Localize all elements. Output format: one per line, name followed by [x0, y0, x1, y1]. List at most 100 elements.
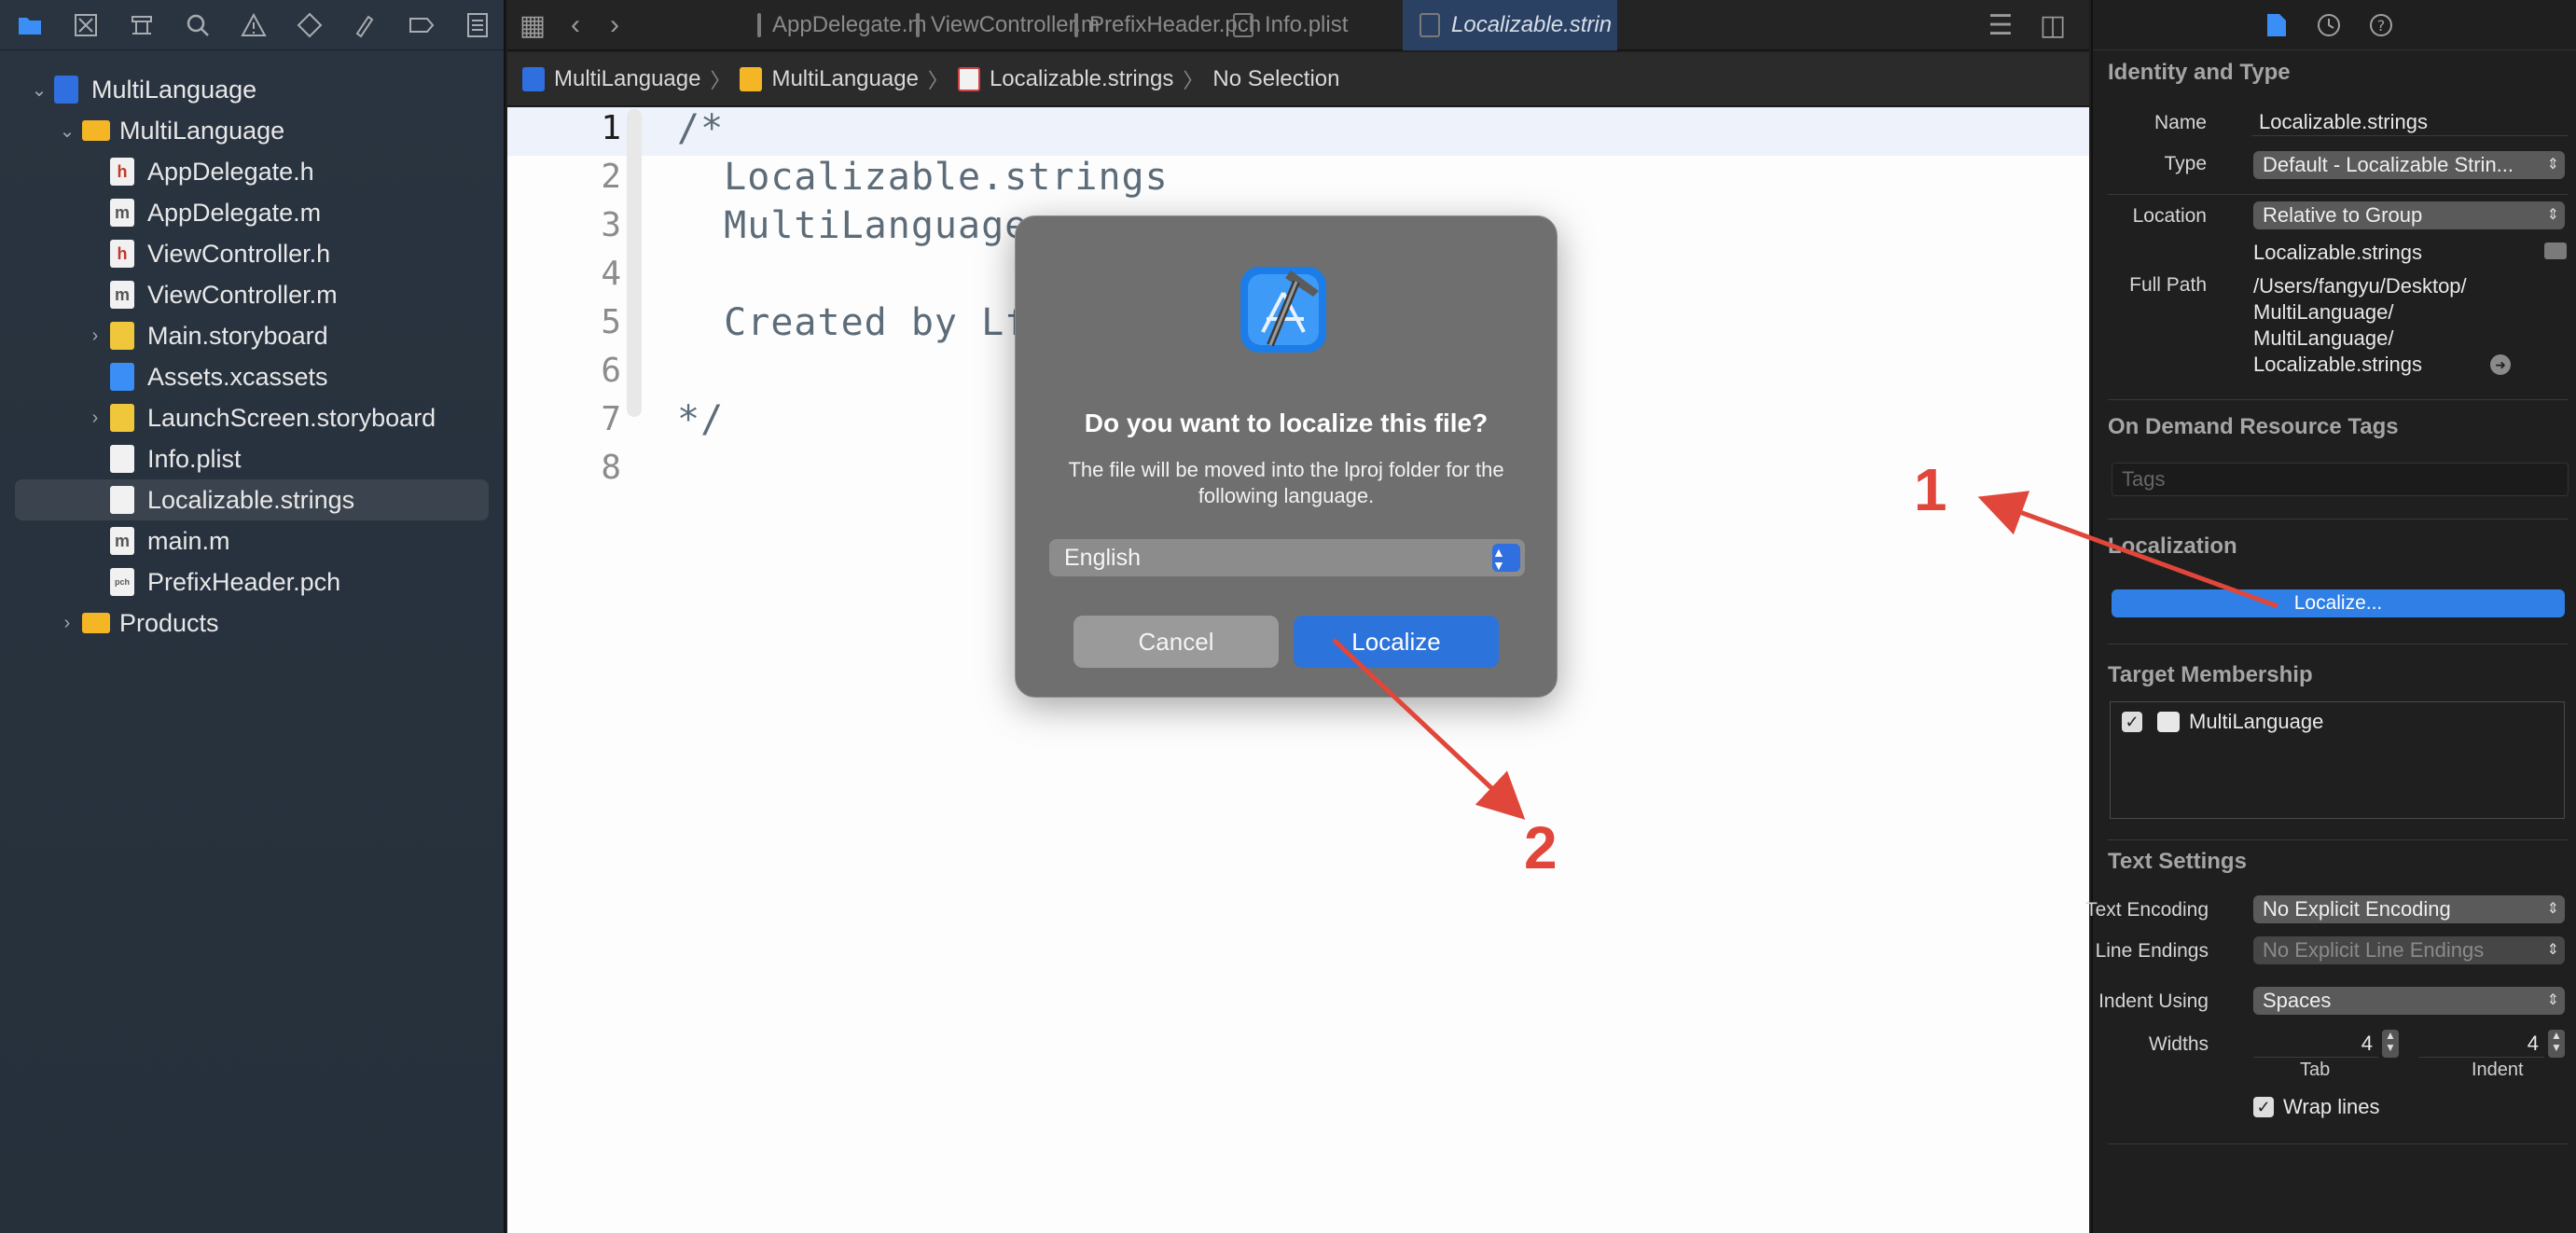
tab-width-stepper[interactable]: ▲ ▼ [2382, 1030, 2399, 1058]
language-select[interactable]: English ▲ ▼ [1049, 539, 1525, 576]
tree-item[interactable]: ⌄ MultiLanguage [0, 69, 504, 110]
tree-item[interactable]: ⌄ MultiLanguage [0, 110, 504, 151]
debug-icon[interactable] [347, 7, 384, 44]
report-icon[interactable] [459, 7, 496, 44]
divider [2108, 399, 2569, 400]
chevron-right-icon: 〉 [710, 68, 731, 92]
breadcrumb-file[interactable]: Localizable.strings [957, 66, 1173, 92]
code-line[interactable]: /* [677, 107, 724, 150]
cancel-button[interactable]: Cancel [1073, 616, 1279, 668]
file-inspector-icon[interactable] [2261, 9, 2292, 41]
disclosure-right-icon[interactable]: › [84, 325, 106, 347]
breadcrumb-group[interactable]: MultiLanguage [740, 66, 919, 92]
tree-item[interactable]: m AppDelegate.m [0, 192, 504, 233]
folder-file-icon [82, 613, 110, 633]
tree-item[interactable]: › Main.storyboard [0, 315, 504, 356]
tree-item[interactable]: m ViewController.m [0, 274, 504, 315]
symbol-icon[interactable] [123, 7, 160, 44]
target-name: MultiLanguage [2189, 710, 2324, 733]
indent-width-field[interactable]: 4 [2419, 1030, 2544, 1058]
forward-icon[interactable]: › [597, 7, 632, 43]
file-icon [916, 13, 920, 37]
tree-item[interactable]: Info.plist [0, 438, 504, 479]
name-field[interactable]: Localizable.strings [2251, 108, 2569, 136]
tree-item-label: Main.storyboard [147, 321, 328, 350]
code-line[interactable]: */ [677, 398, 724, 441]
breadcrumb-selection[interactable]: No Selection [1212, 66, 1339, 92]
indent-width-stepper[interactable]: ▲ ▼ [2548, 1030, 2565, 1058]
help-icon[interactable]: ? [2365, 9, 2397, 41]
find-icon[interactable] [179, 7, 216, 44]
annotation-number-1: 1 [1914, 456, 1947, 523]
chevron-updown-icon: ▲ ▼ [1492, 544, 1520, 572]
tree-item[interactable]: m main.m [0, 520, 504, 561]
file-icon [757, 13, 761, 37]
change-bar [627, 109, 642, 417]
type-popup[interactable]: Default - Localizable Strin... ⇕ [2253, 151, 2565, 179]
back-icon[interactable]: ‹ [558, 7, 593, 43]
tree-item[interactable]: Localizable.strings [15, 479, 489, 520]
location-popup[interactable]: Relative to Group ⇕ [2253, 201, 2565, 229]
editor-tab[interactable]: ViewController.m [899, 0, 1100, 50]
encoding-popup-value: No Explicit Encoding [2263, 897, 2451, 921]
line-number: 8 [601, 449, 621, 487]
localize-inspector-button[interactable]: Localize... [2112, 589, 2565, 617]
breakpoint-icon[interactable] [403, 7, 440, 44]
line-number: 5 [601, 303, 621, 341]
code-line[interactable]: Localizable.strings [677, 156, 1169, 199]
folder-icon[interactable] [2544, 242, 2567, 259]
line-endings-label: Line Endings [2095, 940, 2209, 962]
editor-tab[interactable]: AppDelegate.m [741, 0, 926, 50]
tree-item[interactable]: Assets.xcassets [0, 356, 504, 397]
code-line[interactable]: MultiLanguage [677, 204, 1028, 247]
breadcrumb-project[interactable]: MultiLanguage [522, 66, 700, 92]
tree-item[interactable]: h AppDelegate.h [0, 151, 504, 192]
editor-tab[interactable]: PrefixHeader.pch [1058, 0, 1261, 50]
editor-options-icon[interactable]: ☰ [1983, 7, 2018, 43]
widths-label: Widths [2148, 1033, 2209, 1055]
editor-tab[interactable]: Info.plist [1216, 0, 1403, 50]
disclosure-right-icon[interactable]: › [56, 612, 78, 634]
disclosure-down-icon[interactable]: ⌄ [28, 78, 50, 101]
test-icon[interactable] [291, 7, 328, 44]
tree-item-label: AppDelegate.m [147, 198, 322, 227]
reveal-arrow-icon[interactable]: ➜ [2490, 354, 2511, 375]
jump-bar: MultiLanguage 〉 MultiLanguage 〉 Localiza… [507, 52, 2089, 106]
strings-file-icon [110, 486, 134, 514]
editor-tab[interactable]: Localizable.strin [1403, 0, 1617, 50]
tree-item[interactable]: › LaunchScreen.storyboard [0, 397, 504, 438]
divider [2108, 194, 2569, 195]
indent-using-label: Indent Using [2098, 991, 2209, 1012]
tree-item[interactable]: › Products [0, 603, 504, 644]
disclosure-down-icon[interactable]: ⌄ [56, 119, 78, 142]
disclosure-right-icon[interactable]: › [84, 407, 106, 429]
line-endings-popup[interactable]: No Explicit Line Endings ⇕ [2253, 936, 2565, 964]
folder-icon [740, 66, 763, 91]
issue-icon[interactable] [235, 7, 272, 44]
localize-button[interactable]: Localize [1294, 616, 1499, 668]
inspector-toolbar: ? [2093, 0, 2576, 50]
current-line-highlight [507, 107, 2089, 156]
target-checkbox[interactable]: ✓ [2122, 712, 2142, 732]
code-line[interactable]: Created by Lf [677, 301, 1028, 344]
divider [2108, 1143, 2569, 1144]
history-icon[interactable] [2313, 9, 2345, 41]
tab-width-field[interactable]: 4 [2253, 1030, 2378, 1058]
tree-item[interactable]: pch PrefixHeader.pch [0, 561, 504, 603]
encoding-popup[interactable]: No Explicit Encoding ⇕ [2253, 895, 2565, 923]
folder-icon[interactable] [11, 7, 48, 44]
pch-file-icon: pch [110, 568, 134, 596]
source-control-icon[interactable] [67, 7, 104, 44]
chevron-updown-icon: ⇕ [2546, 207, 2559, 223]
grid-icon[interactable]: ▦ [515, 7, 550, 43]
identity-section-title: Identity and Type [2108, 60, 2291, 85]
tree-item[interactable]: h ViewController.h [0, 233, 504, 274]
tree-item-label: Info.plist [147, 444, 242, 473]
strings-file-icon [957, 66, 980, 91]
add-editor-icon[interactable]: ◫ [2035, 7, 2070, 43]
wrap-lines-checkbox[interactable]: ✓ [2253, 1097, 2274, 1117]
assets-file-icon [110, 363, 134, 391]
tags-input[interactable]: Tags [2112, 463, 2569, 496]
indent-using-popup[interactable]: Spaces ⇕ [2253, 987, 2565, 1015]
tree-item-label: PrefixHeader.pch [147, 567, 341, 596]
